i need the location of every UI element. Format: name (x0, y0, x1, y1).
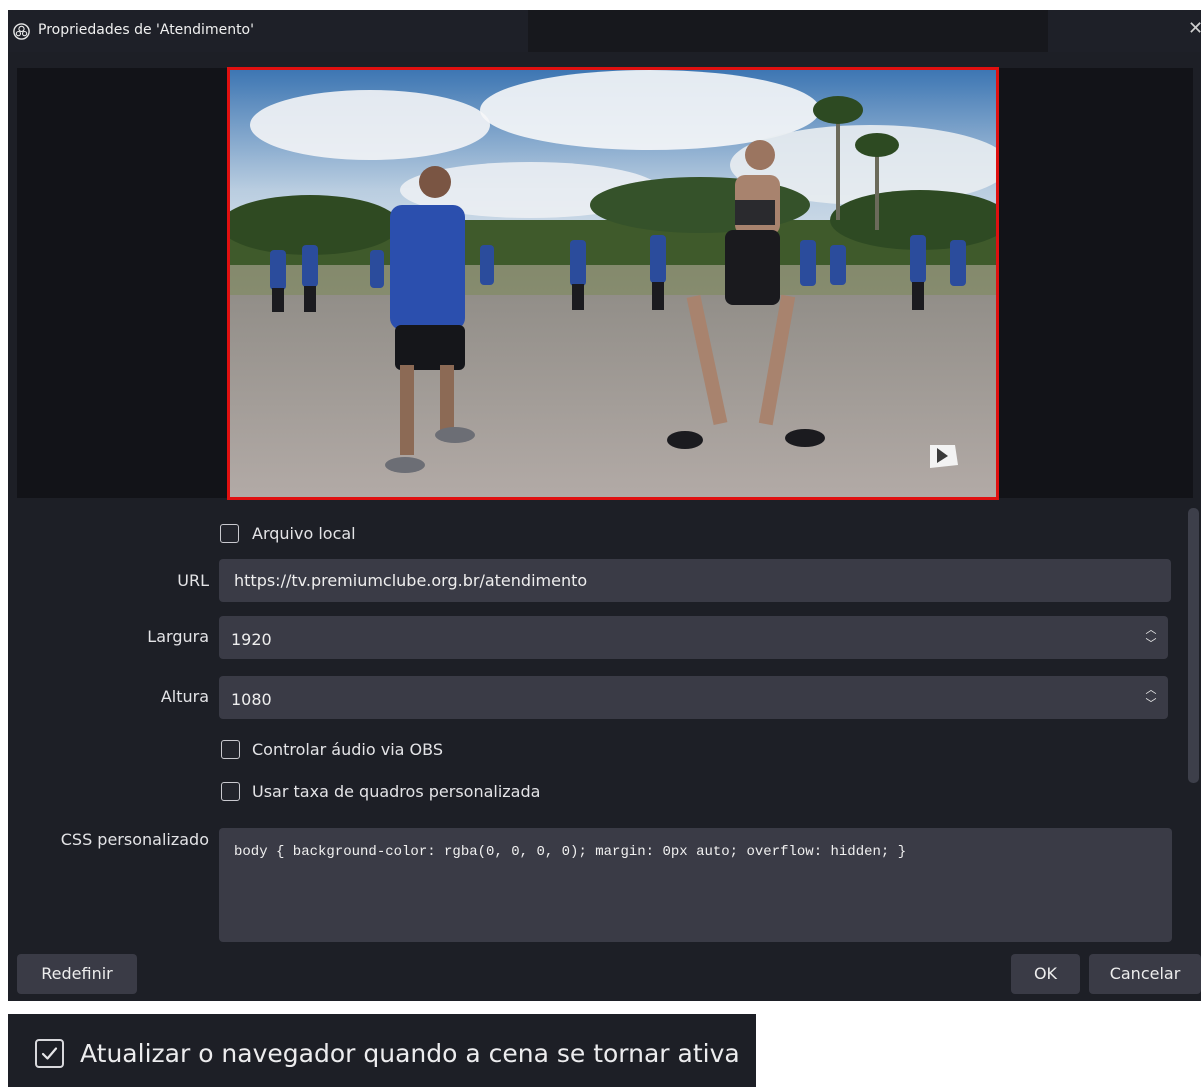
title-bar: Propriedades de 'Atendimento' ✕ (8, 10, 1201, 52)
width-spinner: ︿ ﹀ (1144, 623, 1158, 653)
height-label: Altura (160, 687, 209, 706)
obs-logo-icon (13, 23, 30, 40)
custom-css-value: body { background-color: rgba(0, 0, 0, 0… (234, 844, 907, 860)
chevron-down-icon[interactable]: ﹀ (1144, 697, 1158, 711)
height-value: 1080 (231, 690, 272, 709)
control-audio-label: Controlar áudio via OBS (252, 740, 443, 759)
preview-image (230, 70, 996, 497)
refresh-on-activate-checkbox[interactable] (35, 1039, 64, 1068)
width-label: Largura (147, 627, 209, 646)
local-file-label: Arquivo local (252, 524, 356, 543)
refresh-on-activate-label: Atualizar o navegador quando a cena se t… (80, 1039, 740, 1068)
custom-fps-checkbox[interactable] (221, 782, 240, 801)
scrollbar-thumb[interactable] (1188, 508, 1199, 783)
check-icon (41, 1047, 58, 1060)
custom-css-label: CSS personalizado (60, 830, 209, 849)
browser-source-preview (227, 67, 999, 500)
properties-form: Arquivo local URL https://tv.premiumclub… (8, 498, 1201, 1001)
ok-button[interactable]: OK (1011, 954, 1080, 994)
chevron-up-icon[interactable]: ︿ (1144, 623, 1158, 637)
local-file-checkbox[interactable] (220, 524, 239, 543)
properties-dialog: Propriedades de 'Atendimento' ✕ Arquivo … (8, 10, 1201, 1001)
custom-css-textarea[interactable]: body { background-color: rgba(0, 0, 0, 0… (219, 828, 1172, 942)
control-audio-checkbox[interactable] (221, 740, 240, 759)
cancel-button[interactable]: Cancelar (1089, 954, 1201, 994)
chevron-up-icon[interactable]: ︿ (1144, 683, 1158, 697)
height-spinner: ︿ ﹀ (1144, 683, 1158, 713)
url-input[interactable]: https://tv.premiumclube.org.br/atendimen… (219, 559, 1171, 602)
url-value: https://tv.premiumclube.org.br/atendimen… (234, 571, 588, 590)
width-spinbox[interactable]: 1920 ︿ ﹀ (219, 616, 1168, 659)
reset-button[interactable]: Redefinir (17, 954, 137, 994)
height-spinbox[interactable]: 1080 ︿ ﹀ (219, 676, 1168, 719)
custom-fps-label: Usar taxa de quadros personalizada (252, 782, 541, 801)
close-icon[interactable]: ✕ (1188, 20, 1201, 38)
url-label: URL (177, 571, 209, 590)
refresh-option-row: Atualizar o navegador quando a cena se t… (8, 1014, 756, 1087)
chevron-down-icon[interactable]: ﹀ (1144, 637, 1158, 651)
width-value: 1920 (231, 630, 272, 649)
title-bar-shade (528, 10, 1048, 52)
window-title: Propriedades de 'Atendimento' (38, 22, 254, 38)
